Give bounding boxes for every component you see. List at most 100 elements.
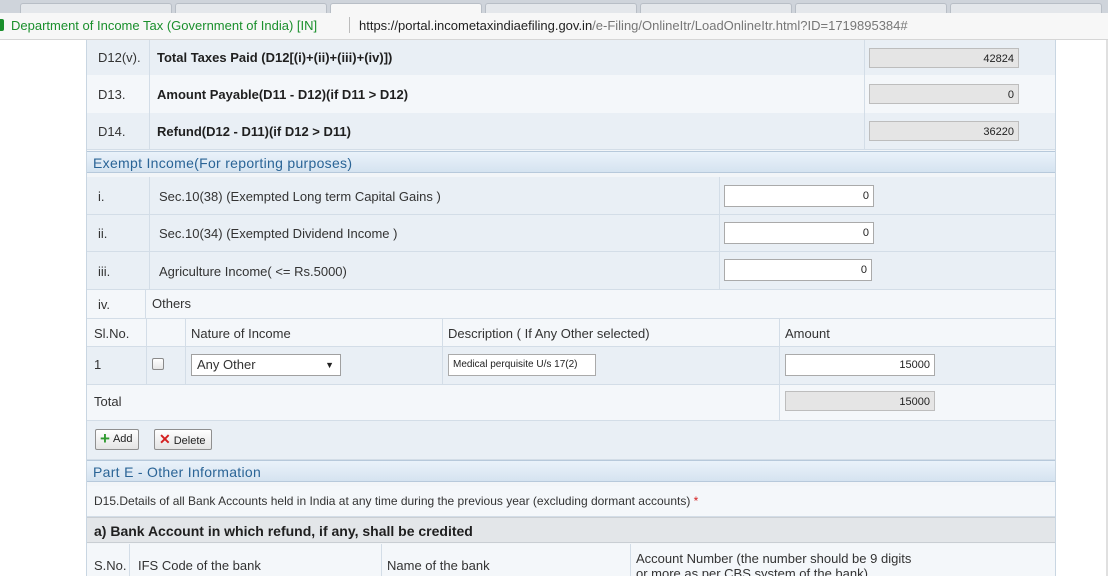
column-header-ifs: IFS Code of the bank: [138, 558, 261, 573]
column-header-description: Description ( If Any Other selected): [448, 326, 650, 341]
add-row-button[interactable]: + Add: [95, 429, 139, 450]
delete-row-button[interactable]: ✕ Delete: [154, 429, 212, 450]
bank-table-header: S.No. IFS Code of the bank Name of the b…: [87, 544, 1055, 576]
column-divider: [779, 347, 780, 384]
column-header-bank-name: Name of the bank: [387, 558, 490, 573]
tax-row-label: Refund(D12 - D11)(if D12 > D11): [157, 124, 351, 139]
dividend-exempt-input[interactable]: 0: [724, 222, 874, 244]
browser-tab[interactable]: [795, 3, 947, 13]
agriculture-income-input[interactable]: 0: [724, 259, 872, 281]
refund-bank-account-header: a) Bank Account in which refund, if any,…: [87, 517, 1055, 543]
browser-tab[interactable]: [20, 3, 172, 13]
tax-row-d13: D13. Amount Payable(D11 - D12)(if D11 > …: [87, 75, 1055, 114]
column-divider: [149, 113, 150, 149]
others-total-field: 15000: [785, 391, 935, 411]
secure-lock-icon: [0, 19, 4, 31]
exempt-row-code: ii.: [98, 226, 108, 241]
column-divider: [719, 252, 720, 289]
url-host: https://portal.incometaxindiaefiling.gov…: [359, 18, 593, 33]
exempt-row-code: i.: [98, 189, 105, 204]
column-divider: [442, 319, 443, 346]
exempt-row-code: iii.: [98, 264, 111, 279]
column-divider: [149, 177, 150, 214]
others-label: Others: [152, 296, 192, 311]
column-divider: [864, 75, 865, 113]
column-divider: [146, 347, 147, 384]
nature-of-income-select[interactable]: Any Other ▼: [191, 354, 341, 376]
column-header-nature: Nature of Income: [191, 326, 291, 341]
column-divider: [149, 40, 150, 75]
column-divider: [149, 252, 150, 289]
column-divider: [381, 544, 382, 576]
address-bar-separator: [349, 17, 350, 33]
refund-field: 36220: [869, 121, 1019, 141]
url-text[interactable]: https://portal.incometaxindiaefiling.gov…: [359, 18, 908, 33]
ltcg-exempt-input[interactable]: 0: [724, 185, 874, 207]
tax-row-label: Amount Payable(D11 - D12)(if D11 > D12): [157, 87, 409, 102]
column-header-account-number-cont: or more as per CBS system of the bank): [636, 566, 868, 576]
url-path: /e-Filing/OnlineItr/LoadOnlineItr.html?I…: [592, 18, 908, 33]
d15-text: D15.Details of all Bank Accounts held in…: [94, 494, 691, 508]
part-e-header: Part E - Other Information: [87, 460, 1055, 482]
required-mark: *: [693, 494, 699, 508]
delete-button-label: Delete: [173, 435, 206, 447]
total-label: Total: [94, 394, 122, 409]
others-actions-row: + Add ✕ Delete: [87, 421, 1055, 460]
exempt-row-ii: ii. Sec.10(34) (Exempted Dividend Income…: [87, 215, 1055, 252]
nature-of-income-value: Any Other: [197, 357, 256, 372]
d15-description: D15.Details of all Bank Accounts held in…: [94, 494, 698, 508]
tax-row-label: Total Taxes Paid (D12[(i)+(ii)+(iii)+(iv…: [157, 50, 393, 65]
page-viewport: D12(v). Total Taxes Paid (D12[(i)+(ii)+(…: [0, 40, 1108, 576]
exempt-income-header: Exempt Income(For reporting purposes): [87, 151, 1055, 173]
column-divider: [185, 347, 186, 384]
others-table-header: Sl.No. Nature of Income Description ( If…: [87, 319, 1055, 347]
column-divider: [719, 215, 720, 251]
tax-row-d12v: D12(v). Total Taxes Paid (D12[(i)+(ii)+(…: [87, 40, 1055, 76]
column-divider: [129, 544, 130, 576]
row-select-checkbox[interactable]: [152, 358, 164, 370]
exempt-row-label: Sec.10(38) (Exempted Long term Capital G…: [159, 189, 441, 204]
chevron-down-icon: ▼: [325, 360, 334, 370]
column-header-sno: S.No.: [94, 558, 127, 573]
column-divider: [779, 319, 780, 346]
d15-row: D15.Details of all Bank Accounts held in…: [87, 486, 1055, 517]
add-button-label: Add: [112, 433, 133, 445]
column-header-account-number: Account Number (the number should be 9 d…: [636, 551, 912, 566]
column-divider: [864, 113, 865, 149]
column-divider: [630, 544, 631, 576]
column-header-slno: Sl.No.: [94, 326, 130, 341]
tax-row-code: D13.: [98, 87, 126, 102]
other-amount-input[interactable]: 15000: [785, 354, 935, 376]
column-divider: [149, 75, 150, 113]
exempt-row-iii: iii. Agriculture Income( <= Rs.5000) 0: [87, 252, 1055, 290]
others-total-row: Total 15000: [87, 385, 1055, 421]
browser-tab[interactable]: [175, 3, 327, 13]
tax-row-d14: D14. Refund(D12 - D11)(if D12 > D11) 362…: [87, 113, 1055, 150]
column-divider: [719, 177, 720, 214]
column-divider: [864, 40, 865, 75]
browser-tab[interactable]: [485, 3, 637, 13]
column-divider: [146, 319, 147, 346]
column-divider: [779, 385, 780, 420]
tax-row-code: D14.: [98, 124, 126, 139]
browser-tab[interactable]: [640, 3, 792, 13]
column-divider: [442, 347, 443, 384]
exempt-row-iv: iv. Others: [87, 290, 1055, 319]
browser-tab-active[interactable]: [330, 3, 482, 13]
total-taxes-paid-field: 42824: [869, 48, 1019, 68]
delete-x-icon: ✕: [159, 431, 171, 447]
exempt-row-label: Sec.10(34) (Exempted Dividend Income ): [159, 226, 398, 241]
column-divider: [149, 215, 150, 251]
exempt-row-i: i. Sec.10(38) (Exempted Long term Capita…: [87, 177, 1055, 215]
column-divider: [185, 319, 186, 346]
exempt-row-label: Agriculture Income( <= Rs.5000): [159, 264, 347, 279]
table-row: 1 Any Other ▼ Medical perquisite U/s 17(…: [87, 347, 1055, 385]
description-input[interactable]: Medical perquisite U/s 17(2): [448, 354, 596, 376]
itr-form: D12(v). Total Taxes Paid (D12[(i)+(ii)+(…: [86, 40, 1056, 576]
browser-tab[interactable]: [950, 3, 1102, 13]
amount-payable-field: 0: [869, 84, 1019, 104]
ev-certificate-name[interactable]: Department of Income Tax (Government of …: [11, 18, 317, 33]
plus-icon: +: [100, 429, 110, 448]
browser-tab-strip: [0, 0, 1108, 13]
address-bar[interactable]: Department of Income Tax (Government of …: [0, 13, 1108, 40]
